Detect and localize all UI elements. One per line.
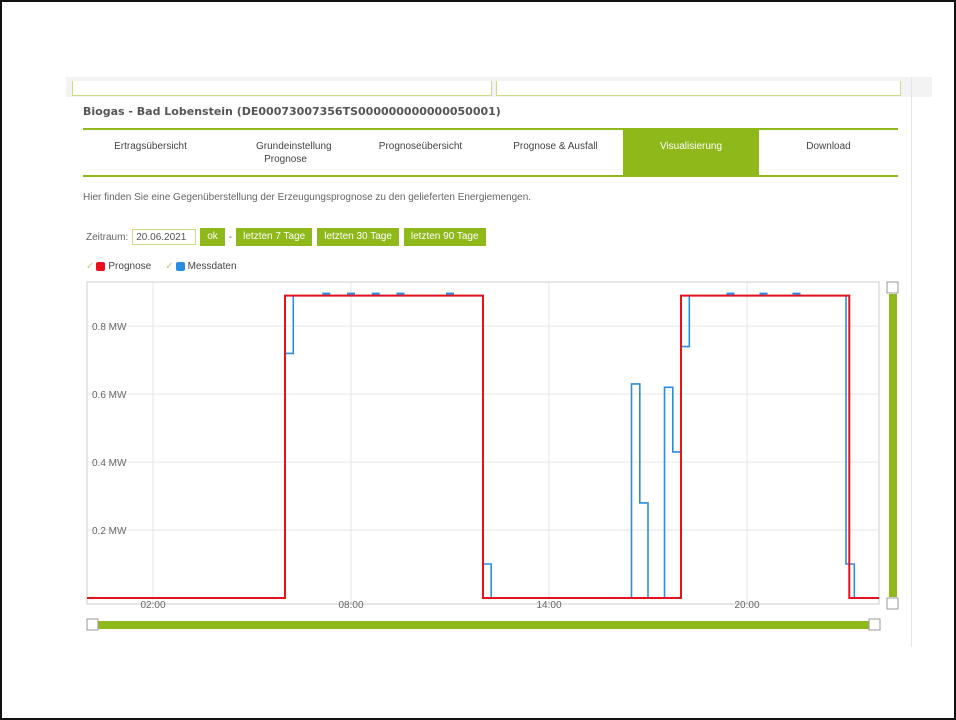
data-point-marker xyxy=(759,292,768,295)
vertical-handle-top[interactable] xyxy=(886,281,899,294)
horizontal-handle-right[interactable] xyxy=(868,618,881,631)
y-tick-label: 0.8 MW xyxy=(92,322,127,333)
vertical-range-bar[interactable] xyxy=(889,294,897,597)
y-tick-label: 0.6 MW xyxy=(92,390,127,401)
data-point-marker xyxy=(371,292,380,295)
data-point-marker xyxy=(446,292,454,295)
y-tick-label: 0.4 MW xyxy=(92,458,127,469)
data-point-marker xyxy=(726,292,735,295)
horizontal-range-bar[interactable] xyxy=(98,621,869,629)
x-tick-label: 02:00 xyxy=(140,600,165,611)
data-point-marker xyxy=(322,292,331,295)
horizontal-handle-left[interactable] xyxy=(86,618,99,631)
y-tick-label: 0.2 MW xyxy=(92,526,127,537)
x-tick-label: 08:00 xyxy=(338,600,363,611)
x-tick-label: 14:00 xyxy=(536,600,561,611)
data-point-marker xyxy=(396,292,405,295)
data-point-marker xyxy=(347,292,355,295)
vertical-handle-bottom[interactable] xyxy=(886,597,899,610)
chart: 0.2 MW 0.4 MW 0.6 MW 0.8 MW 02:00 08:00 14:00 2… xyxy=(86,281,899,631)
x-tick-label: 20:00 xyxy=(734,600,759,611)
data-point-marker xyxy=(792,292,801,295)
